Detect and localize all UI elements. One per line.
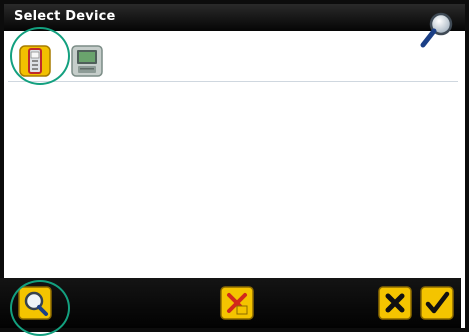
ok-button[interactable] [420,286,454,320]
highlight-circle-device [10,27,70,85]
title-bar: Select Device [4,4,465,31]
window-title: Select Device [14,9,116,24]
highlight-circle-find [10,280,70,336]
search-icon[interactable] [419,12,459,52]
computer-device-icon[interactable] [70,44,104,78]
cancel-button[interactable] [378,286,412,320]
device-list-area [8,82,458,282]
delete-button[interactable] [220,286,254,320]
